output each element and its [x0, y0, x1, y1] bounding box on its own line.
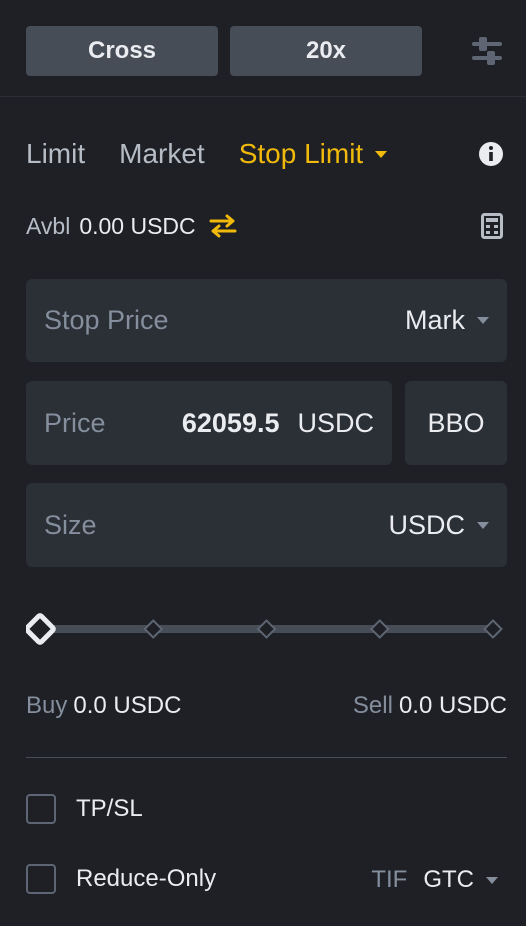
size-field[interactable]: Size USDC	[26, 483, 507, 567]
slider-mark[interactable]	[143, 619, 164, 639]
order-type-tabs: Limit Market Stop Limit	[26, 136, 388, 172]
price-input[interactable]: 62059.5 USDC	[182, 408, 374, 439]
price-label: Price	[44, 407, 106, 438]
tab-stop-limit-label: Stop Limit	[238, 138, 364, 169]
reduce-only-checkbox[interactable]	[26, 864, 56, 894]
buy-cost: Buy 0.0 USDC	[26, 692, 181, 720]
chevron-down-icon	[486, 876, 498, 884]
tif-value: GTC	[423, 866, 474, 893]
size-unit: USDC	[388, 509, 465, 540]
bbo-button[interactable]: BBO	[405, 381, 507, 465]
price-unit: USDC	[297, 407, 374, 438]
reduce-only-option[interactable]: Reduce-Only	[26, 862, 216, 896]
buy-label: Buy	[26, 692, 68, 719]
buy-value: 0.0 USDC	[73, 692, 182, 719]
slider-mark[interactable]	[369, 619, 390, 639]
sell-label: Sell	[352, 692, 393, 719]
chevron-down-icon	[477, 317, 489, 324]
price-value: 62059.5	[181, 407, 280, 438]
margin-mode-button[interactable]: Cross	[26, 26, 218, 76]
stop-price-label: Stop Price	[44, 305, 169, 335]
available-label: Avbl	[26, 212, 71, 239]
tab-stop-limit[interactable]: Stop Limit	[239, 136, 388, 172]
top-bar: Cross 20x	[0, 0, 526, 97]
size-unit-select[interactable]: USDC	[388, 510, 489, 541]
divider	[26, 757, 507, 758]
calculator-icon[interactable]	[481, 213, 503, 239]
tpsl-label: TP/SL	[76, 795, 143, 822]
tif-label: TIF	[371, 866, 408, 893]
chevron-down-icon	[375, 150, 388, 158]
stop-trigger-value: Mark	[405, 305, 465, 335]
slider-mark[interactable]	[256, 619, 277, 639]
slider-mark[interactable]	[483, 619, 503, 639]
slider-thumb[interactable]	[26, 613, 56, 645]
tpsl-checkbox[interactable]	[26, 794, 56, 824]
tab-market[interactable]: Market	[119, 136, 205, 172]
info-icon[interactable]	[478, 141, 504, 167]
available-value: 0.00 USDC	[79, 212, 196, 239]
size-label: Size	[44, 509, 97, 540]
tif-select[interactable]: TIF GTC	[371, 866, 498, 894]
leverage-button[interactable]: 20x	[230, 26, 422, 76]
chevron-down-icon	[477, 521, 489, 529]
order-cost: Buy 0.0 USDC Sell 0.0 USDC	[26, 692, 507, 722]
reduce-only-label: Reduce-Only	[76, 865, 217, 892]
price-field[interactable]: Price 62059.5 USDC	[26, 381, 392, 465]
sliders-icon[interactable]	[470, 34, 504, 68]
swap-icon[interactable]	[208, 213, 238, 239]
sell-value: 0.0 USDC	[398, 692, 507, 719]
sell-cost: Sell 0.0 USDC	[353, 692, 507, 720]
tab-limit[interactable]: Limit	[26, 136, 85, 172]
size-slider[interactable]	[26, 612, 507, 646]
stop-price-field[interactable]: Stop Price Mark	[26, 279, 507, 362]
tpsl-option[interactable]: TP/SL	[26, 792, 143, 826]
available-balance: Avbl 0.00 USDC	[26, 210, 238, 242]
stop-trigger-select[interactable]: Mark	[405, 305, 489, 336]
